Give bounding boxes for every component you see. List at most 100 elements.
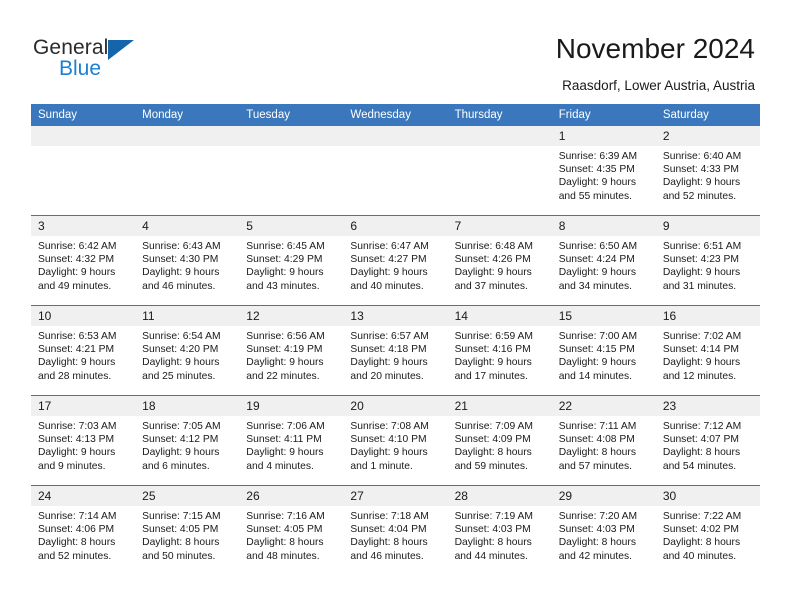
calendar-day-cell-empty	[447, 126, 552, 216]
calendar-day-cell[interactable]: 27 Sunrise: 7:18 AM Sunset: 4:04 PM Dayligh…	[343, 485, 448, 575]
weekday-header-thursday: Thursday	[447, 104, 552, 126]
calendar-day-cell[interactable]: 9 Sunrise: 6:51 AM Sunset: 4:23 PM Daylight…	[655, 215, 760, 306]
day-details: Sunrise: 6:42 AM Sunset: 4:32 PM Daylight:…	[31, 236, 135, 293]
calendar-day-cell[interactable]: 10 Sunrise: 6:53 AM Sunset: 4:21 PM Dayligh…	[31, 305, 136, 396]
sunset-time: Sunset: 4:29 PM	[246, 254, 323, 266]
logo-text-blue: Blue	[59, 57, 102, 80]
weekday-header-sunday: Sunday	[31, 104, 136, 126]
day-number	[239, 126, 344, 146]
calendar-day-cell[interactable]: 24 Sunrise: 7:14 AM Sunset: 4:06 PM Dayligh…	[31, 485, 136, 575]
daylight-duration-line1: Daylight: 8 hours	[454, 537, 532, 549]
calendar-week-row: 1 Sunrise: 6:39 AM Sunset: 4:35 PM Daylight…	[31, 126, 760, 216]
weekday-header-row: Sunday Monday Tuesday Wednesday Thursday Frid…	[31, 104, 760, 126]
daylight-duration-line1: Daylight: 8 hours	[558, 447, 636, 459]
daylight-duration-line1: Daylight: 9 hours	[350, 267, 428, 279]
calendar-day-cell[interactable]: 19 Sunrise: 7:06 AM Sunset: 4:11 PM Dayligh…	[239, 395, 344, 486]
weekday-header-friday: Friday	[551, 104, 656, 126]
day-details: Sunrise: 7:20 AM Sunset: 4:03 PM Daylight:…	[552, 506, 656, 563]
calendar-day-cell[interactable]: 2 Sunrise: 6:40 AM Sunset: 4:33 PM Daylight…	[655, 126, 760, 216]
calendar-day-cell[interactable]: 13 Sunrise: 6:57 AM Sunset: 4:18 PM Dayligh…	[343, 305, 448, 396]
day-number: 24	[31, 486, 136, 506]
day-details: Sunrise: 6:56 AM Sunset: 4:19 PM Daylight:…	[239, 326, 343, 383]
day-number: 6	[343, 216, 448, 236]
calendar-day-cell[interactable]: 30 Sunrise: 7:22 AM Sunset: 4:02 PM Dayligh…	[655, 485, 760, 575]
calendar-day-cell[interactable]: 21 Sunrise: 7:09 AM Sunset: 4:09 PM Dayligh…	[447, 395, 552, 486]
sunrise-time: Sunrise: 7:20 AM	[558, 511, 638, 522]
day-number: 20	[343, 396, 448, 416]
sunrise-time: Sunrise: 6:48 AM	[454, 241, 533, 252]
sunset-time: Sunset: 4:23 PM	[662, 254, 739, 266]
sunrise-time: Sunrise: 6:53 AM	[38, 331, 117, 342]
day-details: Sunrise: 7:08 AM Sunset: 4:10 PM Daylight:…	[343, 416, 447, 473]
weekday-header-saturday: Saturday	[655, 104, 760, 126]
calendar-table: Sunday Monday Tuesday Wednesday Thursday Frid…	[31, 104, 760, 575]
daylight-duration-line2: and 52 minutes.	[662, 190, 737, 202]
sunset-time: Sunset: 4:30 PM	[142, 254, 219, 266]
page-title: November 2024	[555, 33, 755, 64]
calendar-day-cell[interactable]: 3 Sunrise: 6:42 AM Sunset: 4:32 PM Daylight…	[31, 215, 136, 306]
calendar-day-cell[interactable]: 26 Sunrise: 7:16 AM Sunset: 4:05 PM Dayligh…	[239, 485, 344, 575]
daylight-duration-line2: and 42 minutes.	[558, 550, 632, 562]
calendar-day-cell[interactable]: 14 Sunrise: 6:59 AM Sunset: 4:16 PM Dayligh…	[447, 305, 552, 396]
calendar-day-cell[interactable]: 4 Sunrise: 6:43 AM Sunset: 4:30 PM Daylight…	[135, 215, 240, 306]
calendar-day-cell[interactable]: 5 Sunrise: 6:45 AM Sunset: 4:29 PM Daylight…	[239, 215, 344, 306]
calendar-day-cell[interactable]: 7 Sunrise: 6:48 AM Sunset: 4:26 PM Daylight…	[447, 215, 552, 306]
daylight-duration-line2: and 49 minutes.	[38, 280, 112, 292]
daylight-duration-line1: Daylight: 9 hours	[454, 357, 532, 369]
calendar-day-cell[interactable]: 16 Sunrise: 7:02 AM Sunset: 4:14 PM Dayligh…	[655, 305, 760, 396]
sunrise-time: Sunrise: 6:45 AM	[246, 241, 325, 252]
daylight-duration-line2: and 14 minutes.	[558, 370, 632, 382]
day-number: 19	[239, 396, 344, 416]
day-number: 2	[655, 126, 760, 146]
calendar-day-cell[interactable]: 25 Sunrise: 7:15 AM Sunset: 4:05 PM Dayligh…	[135, 485, 240, 575]
sunrise-time: Sunrise: 6:59 AM	[454, 331, 533, 342]
sunset-time: Sunset: 4:27 PM	[350, 254, 427, 266]
calendar-day-cell[interactable]: 29 Sunrise: 7:20 AM Sunset: 4:03 PM Dayligh…	[551, 485, 656, 575]
day-details: Sunrise: 7:14 AM Sunset: 4:06 PM Daylight:…	[31, 506, 135, 563]
daylight-duration-line1: Daylight: 9 hours	[38, 447, 116, 459]
sunset-time: Sunset: 4:03 PM	[558, 524, 635, 536]
calendar-page: General Blue November 2024 Raasdorf, Low…	[0, 0, 792, 612]
sunrise-time: Sunrise: 7:12 AM	[662, 421, 742, 432]
calendar-day-cell[interactable]: 11 Sunrise: 6:54 AM Sunset: 4:20 PM Dayligh…	[135, 305, 240, 396]
sunset-time: Sunset: 4:08 PM	[558, 434, 635, 446]
calendar-header-row: Sunday Monday Tuesday Wednesday Thursday Frid…	[31, 104, 760, 126]
daylight-duration-line2: and 20 minutes.	[350, 370, 424, 382]
calendar-day-cell[interactable]: 12 Sunrise: 6:56 AM Sunset: 4:19 PM Dayligh…	[239, 305, 344, 396]
daylight-duration-line2: and 1 minute.	[350, 460, 413, 472]
sunrise-time: Sunrise: 7:00 AM	[558, 331, 638, 342]
sunset-time: Sunset: 4:11 PM	[246, 434, 322, 446]
sunrise-time: Sunrise: 7:05 AM	[142, 421, 221, 432]
calendar-day-cell[interactable]: 20 Sunrise: 7:08 AM Sunset: 4:10 PM Dayligh…	[343, 395, 448, 486]
sunrise-time: Sunrise: 7:09 AM	[454, 421, 533, 432]
calendar-day-cell[interactable]: 8 Sunrise: 6:50 AM Sunset: 4:24 PM Daylight…	[551, 215, 656, 306]
sunset-time: Sunset: 4:07 PM	[662, 434, 739, 446]
calendar-day-cell[interactable]: 15 Sunrise: 7:00 AM Sunset: 4:15 PM Dayligh…	[551, 305, 656, 396]
calendar-day-cell[interactable]: 23 Sunrise: 7:12 AM Sunset: 4:07 PM Dayligh…	[655, 395, 760, 486]
sunrise-time: Sunrise: 6:57 AM	[350, 331, 429, 342]
day-details: Sunrise: 7:18 AM Sunset: 4:04 PM Daylight:…	[343, 506, 447, 563]
day-number	[343, 126, 448, 146]
day-number: 27	[343, 486, 448, 506]
day-details: Sunrise: 7:22 AM Sunset: 4:02 PM Daylight:…	[656, 506, 760, 563]
calendar-week-row: 17 Sunrise: 7:03 AM Sunset: 4:13 PM Dayligh…	[31, 395, 760, 486]
general-blue-logo[interactable]: General Blue	[33, 36, 213, 84]
daylight-duration-line2: and 40 minutes.	[662, 550, 737, 562]
daylight-duration-line2: and 55 minutes.	[558, 190, 632, 202]
calendar-day-cell[interactable]: 17 Sunrise: 7:03 AM Sunset: 4:13 PM Dayligh…	[31, 395, 136, 486]
day-number: 11	[135, 306, 240, 326]
sunrise-time: Sunrise: 7:06 AM	[246, 421, 325, 432]
sunset-time: Sunset: 4:32 PM	[38, 254, 115, 266]
calendar-day-cell[interactable]: 22 Sunrise: 7:11 AM Sunset: 4:08 PM Dayligh…	[551, 395, 656, 486]
day-number: 1	[551, 126, 656, 146]
daylight-duration-line2: and 25 minutes.	[142, 370, 216, 382]
calendar-day-cell[interactable]: 1 Sunrise: 6:39 AM Sunset: 4:35 PM Daylight…	[551, 126, 656, 216]
daylight-duration-line1: Daylight: 9 hours	[246, 357, 324, 369]
calendar-day-cell[interactable]: 6 Sunrise: 6:47 AM Sunset: 4:27 PM Daylight…	[343, 215, 448, 306]
daylight-duration-line2: and 22 minutes.	[246, 370, 320, 382]
day-details: Sunrise: 6:43 AM Sunset: 4:30 PM Daylight:…	[135, 236, 239, 293]
day-number	[447, 126, 552, 146]
calendar-day-cell[interactable]: 28 Sunrise: 7:19 AM Sunset: 4:03 PM Dayligh…	[447, 485, 552, 575]
day-details: Sunrise: 7:09 AM Sunset: 4:09 PM Daylight:…	[448, 416, 552, 473]
calendar-day-cell[interactable]: 18 Sunrise: 7:05 AM Sunset: 4:12 PM Dayligh…	[135, 395, 240, 486]
